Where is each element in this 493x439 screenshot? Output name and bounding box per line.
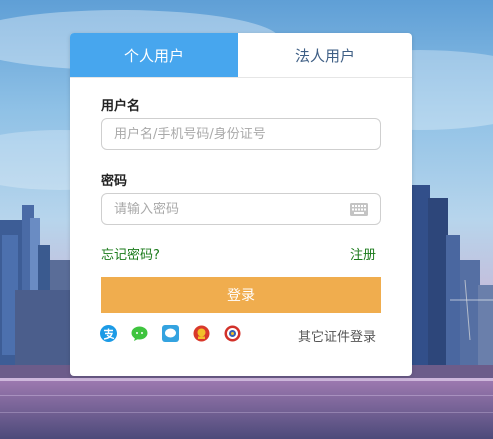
emblem-icon[interactable] — [193, 325, 210, 342]
other-id-login-link[interactable]: 其它证件登录 — [298, 326, 376, 345]
badge-icon[interactable] — [224, 325, 241, 342]
password-field-box — [101, 193, 381, 225]
password-input[interactable] — [114, 201, 350, 217]
alt-login-icons — [100, 325, 241, 342]
chat-icon[interactable] — [162, 325, 179, 342]
wechat-icon[interactable] — [131, 325, 148, 342]
forgot-password-link[interactable]: 忘记密码? — [101, 244, 160, 263]
register-link[interactable]: 注册 — [350, 244, 376, 263]
alipay-icon[interactable] — [100, 325, 117, 342]
username-label: 用户名 — [101, 99, 141, 114]
login-card: 个人用户 法人用户 用户名 密码 忘记密码? 注册 登录 — [70, 33, 412, 376]
tab-corporate-user[interactable]: 法人用户 — [238, 33, 412, 77]
password-label: 密码 — [101, 174, 128, 189]
login-button[interactable]: 登录 — [101, 277, 381, 313]
tab-personal-user[interactable]: 个人用户 — [70, 33, 238, 77]
username-input[interactable] — [114, 126, 368, 142]
username-field-box — [101, 118, 381, 150]
keyboard-icon[interactable] — [350, 202, 368, 216]
user-type-tabs: 个人用户 法人用户 — [70, 33, 412, 78]
